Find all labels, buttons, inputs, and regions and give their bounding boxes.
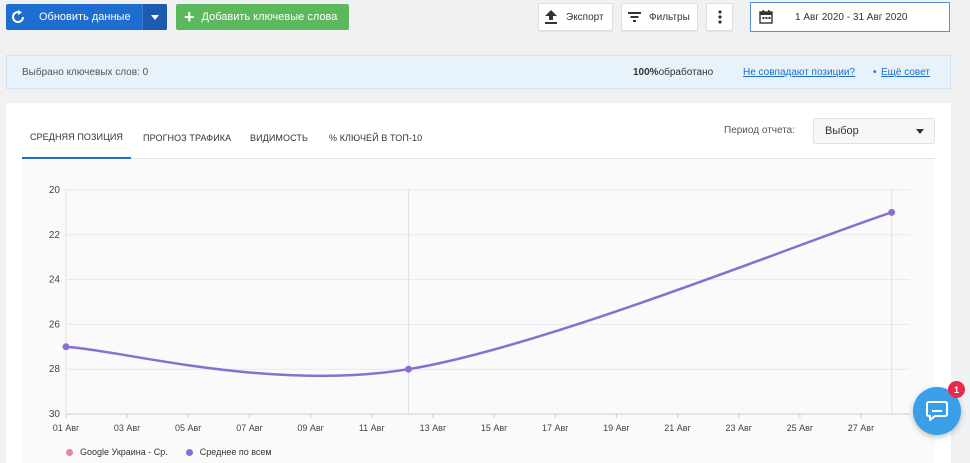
link-separator: • — [873, 66, 877, 78]
more-tips-link[interactable]: Ещё совет — [881, 67, 930, 78]
tab-top10-keywords[interactable]: % КЛЮЧЕЙ В ТОП-10 — [329, 117, 422, 159]
report-panel: СРЕДНЯЯ ПОЗИЦИЯ ПРОГНОЗ ТРАФИКА ВИДИМОСТ… — [6, 103, 951, 463]
add-keywords-button[interactable]: + Добавить ключевые слова — [176, 4, 349, 30]
filter-icon — [628, 12, 641, 22]
chart-legend: Google Украина - Ср. Среднее по всем — [66, 447, 290, 457]
calendar-icon — [751, 10, 781, 24]
processed-percent: 100% — [633, 66, 659, 78]
filters-label: Фильтры — [649, 11, 690, 23]
legend-swatch-google — [66, 448, 73, 456]
chevron-down-icon[interactable] — [142, 4, 167, 30]
export-button[interactable]: Экспорт — [538, 3, 613, 31]
tab-average-position[interactable]: СРЕДНЯЯ ПОЗИЦИЯ — [22, 117, 131, 159]
report-period-value: Выбор — [825, 125, 859, 137]
keywords-info-bar: Выбрано ключевых слов: 0 100%обработано … — [6, 55, 951, 89]
refresh-data-label: Обновить данные — [39, 11, 131, 23]
selected-keywords-count: Выбрано ключевых слов: 0 — [22, 66, 149, 78]
report-period-select[interactable]: Выбор — [813, 118, 935, 144]
processed-status: 100%обработано — [633, 67, 713, 78]
chat-icon — [926, 401, 948, 421]
tab-traffic-forecast[interactable]: ПРОГНОЗ ТРАФИКА — [143, 117, 231, 159]
legend-label-average: Среднее по всем — [199, 447, 272, 457]
toolbar: Обновить данные + Добавить ключевые слов… — [0, 0, 970, 40]
chart-area — [22, 159, 935, 463]
legend-swatch-average — [185, 448, 193, 456]
more-options-button[interactable] — [706, 3, 733, 31]
refresh-data-button[interactable]: Обновить данные — [6, 4, 167, 30]
chat-notification-badge: 1 — [948, 381, 965, 398]
add-keywords-label: Добавить ключевые слова — [201, 11, 338, 23]
upload-icon — [545, 10, 557, 24]
refresh-icon — [6, 4, 30, 30]
date-range-text: 1 Авг 2020 - 31 Авг 2020 — [795, 11, 908, 23]
report-tabs: СРЕДНЯЯ ПОЗИЦИЯ ПРОГНОЗ ТРАФИКА ВИДИМОСТ… — [22, 117, 935, 159]
positions-mismatch-link[interactable]: Не совпадают позиции? — [743, 67, 855, 78]
tab-visibility[interactable]: ВИДИМОСТЬ — [250, 117, 308, 159]
export-label: Экспорт — [566, 11, 604, 23]
processed-label: обработано — [658, 66, 714, 78]
plus-icon: + — [184, 7, 195, 27]
more-vertical-icon — [717, 10, 722, 24]
chevron-down-icon — [916, 129, 924, 134]
report-period-label: Период отчета: — [724, 125, 796, 136]
legend-label-google: Google Украина - Ср. — [80, 447, 168, 457]
date-range-picker[interactable]: 1 Авг 2020 - 31 Авг 2020 — [750, 2, 950, 32]
legend-item-google[interactable]: Google Украина - Ср. — [66, 447, 168, 457]
legend-item-average[interactable]: Среднее по всем — [185, 447, 272, 457]
filters-button[interactable]: Фильтры — [621, 3, 698, 31]
